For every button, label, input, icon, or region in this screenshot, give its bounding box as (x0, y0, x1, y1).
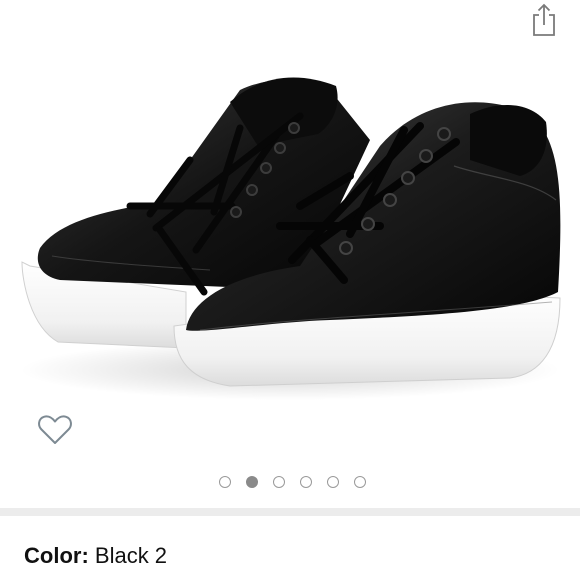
carousel-dot[interactable] (353, 476, 366, 488)
carousel-indicator (2, 476, 580, 492)
carousel-dot[interactable] (218, 476, 231, 488)
carousel-dot[interactable] (299, 476, 312, 488)
carousel-dot[interactable] (272, 476, 285, 488)
variant-selection: Color: Black 2 (24, 543, 167, 569)
section-divider (0, 508, 580, 516)
carousel-dot[interactable] (326, 476, 339, 488)
product-image[interactable] (0, 30, 580, 410)
color-value: Black 2 (94, 543, 168, 568)
color-label: Color: (24, 543, 89, 568)
wishlist-button[interactable] (36, 412, 74, 448)
carousel-dot[interactable] (245, 476, 258, 488)
heart-outline-icon (38, 415, 72, 444)
